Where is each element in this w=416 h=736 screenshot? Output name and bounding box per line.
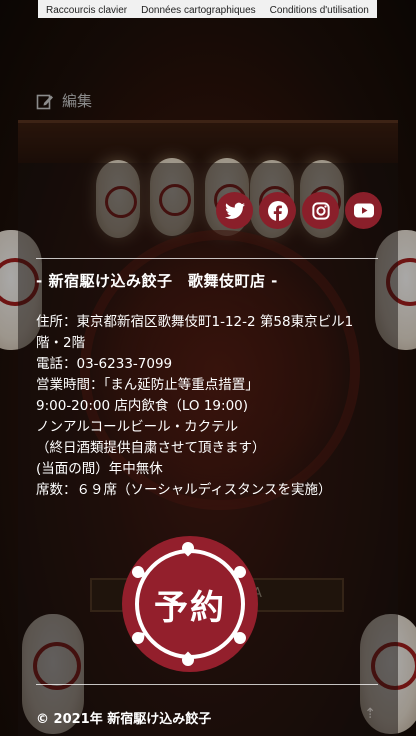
edit-label: 編集 [62,92,93,110]
youtube-button[interactable] [345,192,382,229]
instagram-icon [311,201,330,220]
store-details: 住所：東京都新宿区歌舞伎町1-12-2 第58東京ビル1階・2階 電話：03-6… [36,312,372,501]
store-title: - 新宿駆け込み餃子 歌舞伎町店 - [36,272,278,290]
facebook-button[interactable] [259,192,296,229]
copyright: © 2021年 新宿駆け込み餃子 [36,712,212,727]
store-address: 住所：東京都新宿区歌舞伎町1-12-2 第58東京ビル1階・2階 [36,314,354,351]
facebook-icon [267,200,288,221]
section-divider [36,258,378,259]
twitter-icon [224,202,245,219]
edit-link[interactable]: 編集 [36,90,92,111]
store-drinks: ノンアルコールビール・カクテル [36,419,239,435]
reserve-label: 予約 [154,587,226,628]
map-link-map-data[interactable]: Données cartographiques [133,5,262,18]
instagram-button[interactable] [302,192,339,229]
reserve-button[interactable]: 予約 [122,536,258,672]
store-hours: 9:00-20:00 店内飲食（LO 19:00) [36,398,249,414]
store-hours-title: 営業時間：「まん延防止等重点措置」 [36,377,259,393]
store-seats: 席数：６９席（ソーシャルディスタンスを実施） [36,482,332,498]
store-alcohol-note: （終日酒類提供自粛させて頂きます） [36,440,266,456]
map-attribution-bar: Raccourcis clavier Données cartographiqu… [38,0,377,18]
twitter-button[interactable] [216,192,253,229]
edit-icon [36,94,53,109]
map-link-keyboard-shortcuts[interactable]: Raccourcis clavier [38,5,133,18]
footer-divider [36,684,378,685]
store-phone[interactable]: 電話：03-6233-7099 [36,354,372,375]
youtube-icon [353,203,374,218]
store-open-days: (当面の間）年中無休 [36,461,163,477]
reserve-emblem: 予約 [135,549,245,659]
social-links [216,192,382,229]
scroll-to-top-icon[interactable]: ⇡ [364,706,376,722]
map-link-terms[interactable]: Conditions d'utilisation [262,5,375,18]
